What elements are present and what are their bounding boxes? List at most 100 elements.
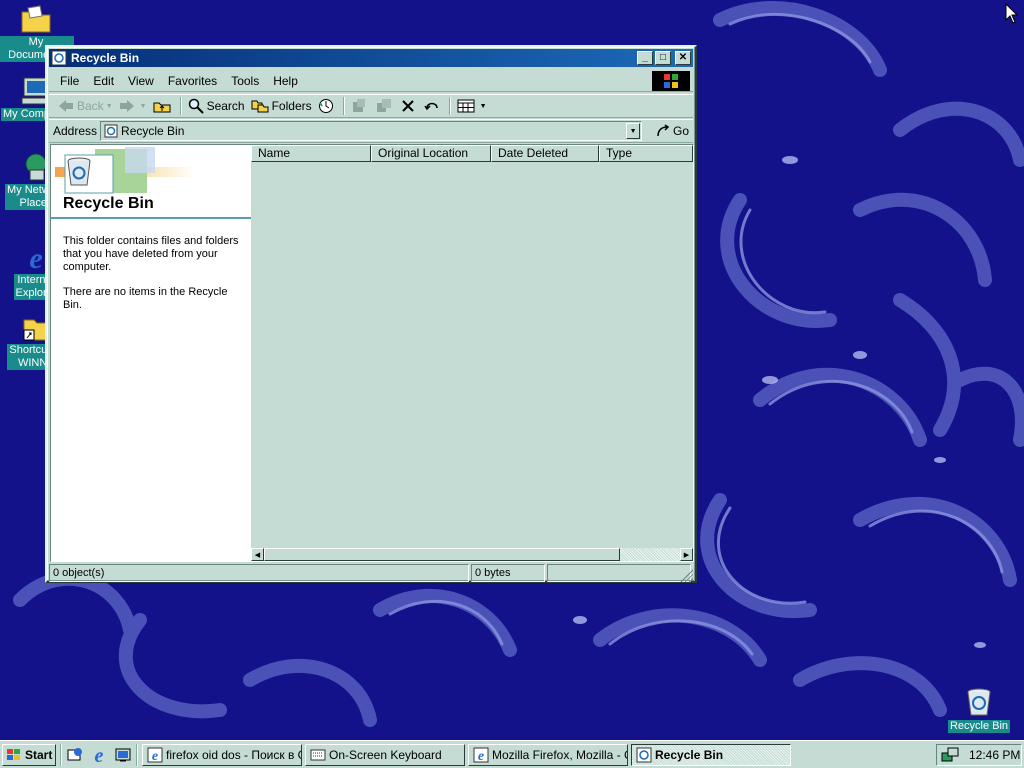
start-label: Start <box>25 747 53 762</box>
quick-launch: e <box>66 746 132 764</box>
undo-button[interactable] <box>421 95 446 117</box>
taskbar-separator <box>136 743 138 766</box>
close-button[interactable]: ✕ <box>675 51 691 65</box>
menu-favorites[interactable]: Favorites <box>161 72 224 90</box>
up-folder-button[interactable] <box>150 95 177 117</box>
menu-view[interactable]: View <box>121 72 161 90</box>
windows-logo-icon <box>652 71 690 91</box>
status-zone <box>547 564 691 582</box>
taskbar: Start e e firefox oid dos - Поиск в G...… <box>0 740 1024 768</box>
go-label: Go <box>673 124 690 138</box>
search-icon <box>188 98 204 114</box>
internet-explorer-icon: e <box>147 747 163 763</box>
desktop-icon-recycle-bin[interactable]: Recycle Bin <box>941 686 1017 733</box>
column-header-original-location[interactable]: Original Location <box>371 145 491 162</box>
pane-divider <box>51 217 251 219</box>
go-arrow-icon <box>657 124 670 137</box>
scroll-right-button[interactable]: ▶ <box>680 548 693 561</box>
menu-edit[interactable]: Edit <box>86 72 121 90</box>
toolbar-separator <box>448 97 451 115</box>
folders-button[interactable]: Folders <box>248 95 315 117</box>
scroll-track[interactable] <box>620 548 680 561</box>
task-button-recycle-bin[interactable]: Recycle Bin <box>631 743 791 766</box>
clock[interactable]: 12:46 PM <box>969 748 1020 762</box>
chevron-down-icon[interactable]: ▼ <box>140 103 147 110</box>
show-desktop-icon[interactable] <box>114 746 132 764</box>
menu-help[interactable]: Help <box>266 72 305 90</box>
address-input[interactable]: Recycle Bin ▼ <box>100 121 643 141</box>
recycle-bin-window: Recycle Bin _ □ ✕ File Edit View Favorit… <box>45 45 697 583</box>
task-label: Mozilla Firefox, Mozilla - Ст... <box>492 747 627 762</box>
task-button-firefox-search[interactable]: e firefox oid dos - Поиск в G... <box>142 743 302 766</box>
delete-button[interactable] <box>398 95 421 117</box>
toolbar-separator <box>342 97 345 115</box>
svg-text:e: e <box>95 746 104 764</box>
folders-icon <box>251 100 269 113</box>
address-label: Address <box>53 124 98 138</box>
back-arrow-icon <box>59 100 73 112</box>
chevron-down-icon[interactable]: ▼ <box>480 103 487 110</box>
horizontal-scrollbar[interactable]: ◀ ▶ <box>251 548 693 561</box>
outlook-express-icon[interactable] <box>66 746 84 764</box>
go-button[interactable]: Go <box>656 124 689 138</box>
column-header-date-deleted[interactable]: Date Deleted <box>491 145 599 162</box>
svg-text:e: e <box>478 749 484 763</box>
back-button[interactable]: Back ▼ <box>55 95 116 117</box>
address-bar: Address Recycle Bin ▼ Go <box>49 119 693 143</box>
recycle-bin-icon <box>104 124 118 138</box>
forward-arrow-icon <box>119 100 134 112</box>
column-header-type[interactable]: Type <box>599 145 693 162</box>
history-button[interactable] <box>315 95 340 117</box>
svg-text:e: e <box>152 749 158 763</box>
scroll-thumb[interactable] <box>264 548 620 561</box>
search-label: Search <box>206 99 245 113</box>
search-button[interactable]: Search <box>185 95 248 117</box>
column-header-name[interactable]: Name <box>251 145 371 162</box>
file-list[interactable]: Name Original Location Date Deleted Type… <box>251 145 693 561</box>
windows-logo-icon <box>7 748 20 760</box>
network-connection-icon[interactable] <box>941 747 959 763</box>
folders-label: Folders <box>271 99 312 113</box>
up-folder-icon <box>153 102 171 113</box>
task-button-mozilla-firefox[interactable]: e Mozilla Firefox, Mozilla - Ст... <box>468 743 628 766</box>
internet-explorer-icon: e <box>473 747 489 763</box>
views-icon <box>457 99 475 113</box>
standard-toolbar: Back ▼ ▼ Search Folders ▼ <box>49 94 693 118</box>
taskbar-separator <box>60 743 62 766</box>
keyboard-icon <box>310 749 326 760</box>
internet-explorer-icon[interactable]: e <box>90 746 108 764</box>
pane-title: Recycle Bin <box>63 195 154 212</box>
recycle-bin-icon <box>636 747 652 762</box>
system-tray: 12:46 PM <box>936 744 1022 766</box>
task-button-on-screen-keyboard[interactable]: On-Screen Keyboard <box>305 743 465 766</box>
desktop-icon-label: Recycle Bin <box>947 720 1011 733</box>
resize-grip[interactable] <box>679 568 693 582</box>
menu-tools[interactable]: Tools <box>224 72 266 90</box>
task-label: Recycle Bin <box>655 747 724 762</box>
move-to-button[interactable] <box>348 95 373 117</box>
recycle-bin-icon <box>51 50 67 66</box>
forward-button[interactable]: ▼ <box>116 95 150 117</box>
maximize-button[interactable]: □ <box>655 51 671 65</box>
address-dropdown-button[interactable]: ▼ <box>626 123 641 139</box>
status-size: 0 bytes <box>471 564 545 582</box>
copy-to-button[interactable] <box>373 95 398 117</box>
move-to-icon <box>352 99 365 112</box>
minimize-button[interactable]: _ <box>637 51 653 65</box>
back-label: Back <box>77 99 104 113</box>
task-label: On-Screen Keyboard <box>329 747 442 762</box>
chevron-down-icon[interactable]: ▼ <box>106 103 113 110</box>
folder-content-area: Recycle Bin This folder contains files a… <box>50 144 694 562</box>
scroll-left-button[interactable]: ◀ <box>251 548 264 561</box>
column-headers: Name Original Location Date Deleted Type <box>251 145 693 162</box>
views-button[interactable]: ▼ <box>454 95 490 117</box>
menu-file[interactable]: File <box>53 72 86 90</box>
pane-description: This folder contains files and folders t… <box>63 235 239 273</box>
history-icon <box>318 99 333 113</box>
title-bar[interactable]: Recycle Bin _ □ ✕ <box>49 49 693 67</box>
window-title: Recycle Bin <box>71 51 140 65</box>
start-button[interactable]: Start <box>2 743 56 766</box>
recycle-bin-icon <box>967 688 991 716</box>
folder-icon <box>21 5 51 33</box>
toolbar-separator <box>179 97 182 115</box>
